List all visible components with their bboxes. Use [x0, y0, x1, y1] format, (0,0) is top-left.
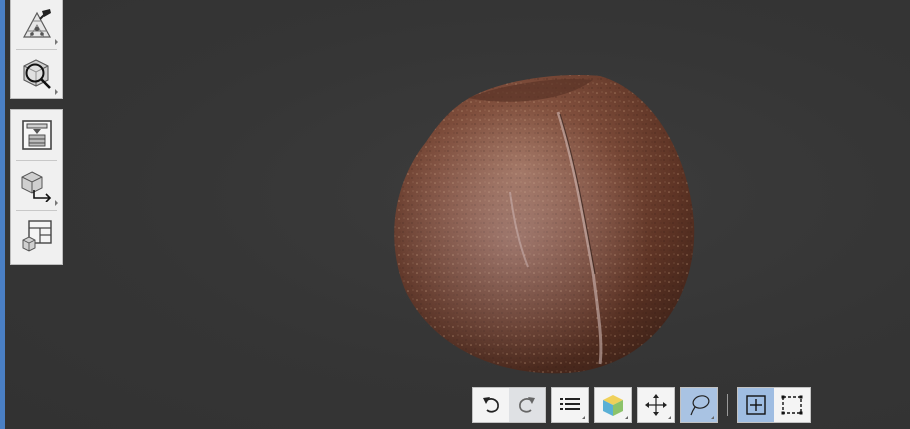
object-list-button[interactable]	[552, 388, 588, 422]
move-arrows-icon	[645, 394, 667, 416]
tool-panel-bottom	[10, 109, 63, 265]
submenu-arrow-icon	[55, 39, 58, 45]
bottom-toolbar	[472, 386, 816, 424]
export-model-tool-button[interactable]	[11, 160, 62, 210]
mesh-paint-tool-button[interactable]	[11, 0, 62, 49]
redo-icon	[519, 397, 535, 413]
select-rect-button[interactable]	[774, 388, 810, 422]
shading-mode-button[interactable]	[595, 388, 631, 422]
mesh-paint-icon	[22, 9, 51, 38]
tool-panel-top	[10, 0, 63, 99]
layout-view-icon	[22, 220, 52, 252]
submenu-arrow-icon	[55, 200, 58, 206]
redo-button[interactable]	[509, 388, 545, 422]
undo-button[interactable]	[473, 388, 509, 422]
submenu-arrow-icon	[582, 416, 585, 419]
print-layers-tool-button[interactable]	[11, 110, 62, 160]
inspect-tool-button[interactable]	[11, 49, 62, 99]
lasso-select-button[interactable]	[681, 388, 717, 422]
move-tool-button[interactable]	[638, 388, 674, 422]
history-group	[472, 387, 546, 423]
export-model-icon	[21, 171, 51, 202]
coconut-3d-model[interactable]	[388, 72, 700, 377]
undo-icon	[483, 397, 499, 413]
print-layers-icon	[21, 120, 52, 150]
transform-group	[637, 387, 675, 423]
shading-group	[594, 387, 632, 423]
select-rect-icon	[781, 395, 803, 415]
window-accent-bar	[0, 0, 5, 429]
object-list-group	[551, 387, 589, 423]
submenu-arrow-icon	[625, 416, 628, 419]
shaded-cube-icon	[603, 395, 623, 416]
submenu-arrow-icon	[711, 416, 714, 419]
lasso-group	[680, 387, 718, 423]
lasso-icon	[690, 395, 710, 416]
select-add-icon	[746, 395, 766, 415]
select-add-button[interactable]	[738, 388, 774, 422]
selection-mode-group	[737, 387, 811, 423]
layout-view-tool-button[interactable]	[11, 210, 62, 260]
inspect-zoom-icon	[22, 59, 51, 89]
submenu-arrow-icon	[668, 416, 671, 419]
list-icon	[560, 398, 580, 410]
submenu-arrow-icon	[55, 89, 58, 95]
toolbar-separator	[727, 394, 728, 416]
